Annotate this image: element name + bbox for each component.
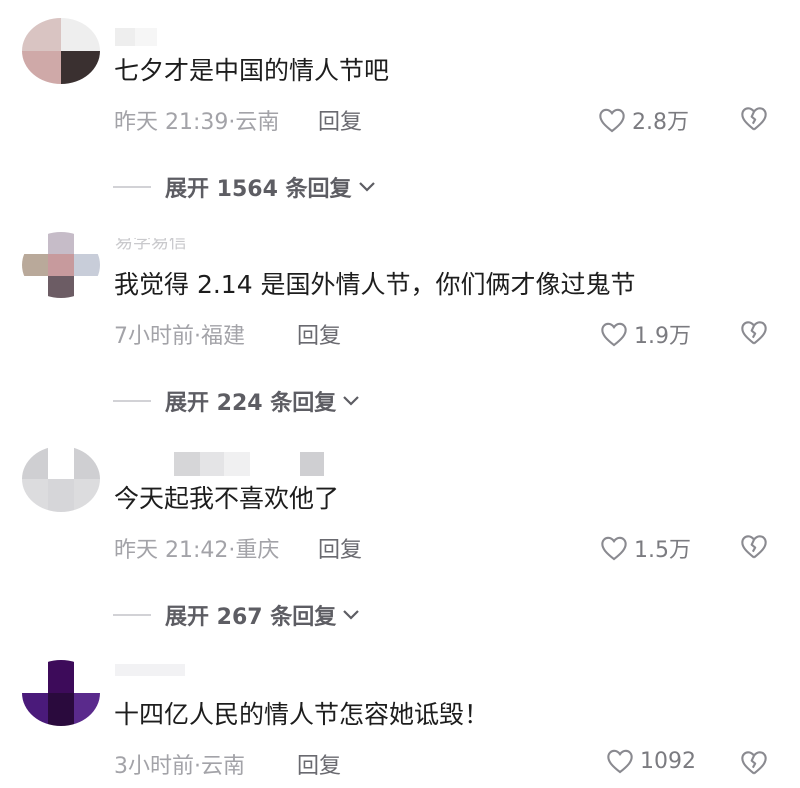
- comment-text: 七夕才是中国的情人节吧: [114, 56, 390, 85]
- like-button[interactable]: 1092: [606, 748, 696, 774]
- like-button[interactable]: 1.5万: [600, 532, 691, 564]
- chevron-down-icon: [343, 610, 360, 620]
- broken-heart-icon[interactable]: [740, 319, 768, 347]
- username-text: 易学易信: [115, 238, 187, 252]
- username-redacted[interactable]: [174, 452, 324, 476]
- reply-button[interactable]: 回复: [297, 748, 341, 780]
- like-count: 1.5万: [634, 538, 691, 563]
- comment-text: 我觉得 2.14 是国外情人节，你们俩才像过鬼节: [114, 270, 636, 299]
- expand-label: 展开 224 条回复: [165, 391, 337, 416]
- broken-heart-icon[interactable]: [740, 749, 768, 777]
- reply-button[interactable]: 回复: [297, 318, 341, 350]
- expand-label: 展开 267 条回复: [165, 605, 337, 630]
- avatar[interactable]: [22, 18, 100, 84]
- heart-outline-icon: [601, 322, 627, 347]
- like-count: 1092: [640, 748, 696, 774]
- username-redacted[interactable]: [115, 28, 157, 46]
- broken-heart-icon[interactable]: [740, 533, 768, 561]
- heart-outline-icon: [607, 749, 633, 774]
- like-count: 2.8万: [632, 110, 689, 135]
- divider-line: [113, 186, 151, 188]
- avatar[interactable]: [22, 232, 100, 298]
- divider-line: [113, 400, 151, 402]
- chevron-down-icon: [343, 396, 360, 406]
- expand-label: 展开 1564 条回复: [165, 177, 352, 202]
- heart-outline-icon: [601, 536, 627, 561]
- username[interactable]: 易学易信: [115, 238, 187, 252]
- comment-text: 今天起我不喜欢他了: [114, 484, 340, 513]
- like-button[interactable]: 1.9万: [600, 318, 691, 350]
- comment-text: 十四亿人民的情人节怎容她诋毁！: [114, 700, 490, 729]
- divider-line: [113, 614, 151, 616]
- like-button[interactable]: 2.8万: [598, 104, 689, 136]
- expand-replies-button[interactable]: 展开 224 条回复: [113, 385, 360, 417]
- heart-outline-icon: [599, 108, 625, 133]
- avatar[interactable]: [22, 446, 100, 512]
- chevron-down-icon: [358, 182, 375, 192]
- broken-heart-icon[interactable]: [740, 105, 768, 133]
- avatar[interactable]: [22, 660, 100, 726]
- comment-meta: 7小时前·福建: [114, 324, 245, 349]
- reply-button[interactable]: 回复: [318, 104, 362, 136]
- expand-replies-button[interactable]: 展开 1564 条回复: [113, 171, 376, 203]
- expand-replies-button[interactable]: 展开 267 条回复: [113, 599, 360, 631]
- like-count: 1.9万: [634, 324, 691, 349]
- reply-button[interactable]: 回复: [318, 532, 362, 564]
- comment-meta: 昨天 21:39·云南: [114, 110, 280, 135]
- comment-meta: 昨天 21:42·重庆: [114, 538, 280, 563]
- comment-meta: 3小时前·云南: [114, 754, 245, 779]
- username[interactable]: [115, 664, 185, 676]
